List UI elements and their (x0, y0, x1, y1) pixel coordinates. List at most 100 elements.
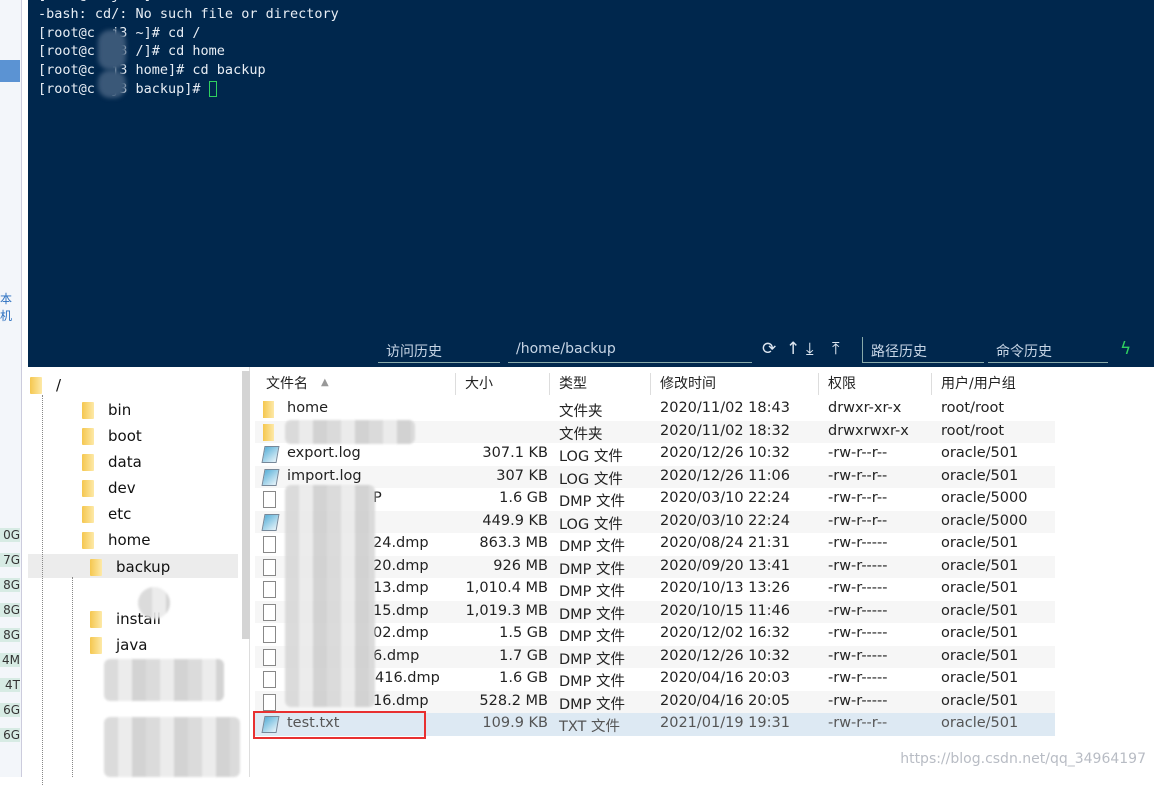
file-name: 6.dmp (373, 647, 420, 664)
disk-value: 0G (0, 528, 20, 542)
command-history-field[interactable]: 命令历史 (988, 337, 1108, 363)
column-header[interactable]: 权限 (828, 373, 856, 393)
file-owner: oracle/5000 (941, 512, 1028, 529)
file-icon (263, 558, 276, 576)
file-type: DMP 文件 (559, 629, 626, 645)
folder-icon (82, 506, 94, 523)
tree-item-etc[interactable]: etc (82, 502, 131, 526)
log-icon (261, 468, 280, 486)
tree-item-backup[interactable]: backup (90, 555, 170, 579)
upload-icon[interactable]: ⤒ (832, 339, 840, 359)
file-permissions: -rw-r--r-- (828, 490, 888, 506)
file-size: 1.6 GB (499, 670, 548, 686)
file-row[interactable]: 02.dmp 1.5 GB DMP 文件 2020/12/02 16:32 -rw-r-… (255, 623, 1055, 646)
file-size: 1,010.4 MB (465, 580, 548, 596)
folder-icon (82, 428, 94, 445)
file-permissions: -rw-r--r-- (828, 512, 888, 529)
file-row[interactable]: 13.dmp 1,010.4 MB DMP 文件 2020/10/13 13:26 -r… (255, 578, 1055, 601)
lightning-icon[interactable]: ϟ (1120, 339, 1131, 359)
file-type: DMP 文件 (559, 606, 626, 623)
terminal[interactable]: [root@c j3 ~]# cd -bash: cd/: No such fi… (28, 0, 1154, 367)
file-permissions: -rw-r----- (828, 580, 888, 596)
file-date: 2020/08/24 21:31 (660, 535, 790, 551)
column-header[interactable]: 用户/用户组 (941, 373, 1016, 393)
sort-asc-icon[interactable]: ▲ (321, 377, 329, 388)
file-permissions: -rw-r----- (828, 692, 888, 709)
file-owner: oracle/501 (941, 445, 1019, 461)
tree-scrollbar[interactable] (242, 371, 250, 639)
file-size: 1.7 GB (499, 647, 548, 664)
tree-item-boot[interactable]: boot (82, 424, 142, 448)
file-type: DMP 文件 (559, 651, 626, 668)
file-type: DMP 文件 (559, 674, 626, 690)
file-date: 2020/10/13 13:26 (660, 580, 790, 596)
file-owner: root/root (941, 400, 1005, 416)
file-icon (263, 536, 276, 553)
folder-icon (82, 402, 94, 419)
tree-item-java[interactable]: java (90, 633, 147, 657)
file-icon (263, 626, 276, 643)
file-date: 2020/10/15 11:46 (660, 602, 790, 619)
file-row[interactable]: 6.dmp 1.7 GB DMP 文件 2020/12/26 10:32 -rw-r--… (255, 645, 1055, 668)
disk-value: 8G (0, 578, 20, 592)
log-icon (261, 446, 280, 463)
file-size: 109.9 KB (482, 715, 548, 731)
file-row[interactable]: export.log 307.1 KB LOG 文件 2020/12/26 10:32… (255, 443, 1055, 466)
file-row[interactable]: 449.9 KB LOG 文件 2020/03/10 22:24 -rw-r--r--… (255, 510, 1055, 533)
folder-icon (263, 401, 274, 418)
column-header[interactable]: 文件名 (266, 373, 308, 393)
file-date: 2020/12/26 11:06 (660, 467, 790, 484)
file-type: TXT 文件 (559, 719, 621, 735)
file-name: 15.dmp (373, 602, 429, 619)
terminal-line: -bash: cd/: No such file or directory (38, 5, 339, 22)
file-type: DMP 文件 (559, 584, 626, 600)
tree-item-dev[interactable]: dev (82, 476, 136, 500)
column-header[interactable]: 修改时间 (660, 373, 716, 393)
file-type: DMP 文件 (559, 696, 626, 713)
file-type: 文件夹 (559, 404, 603, 420)
selected-tab[interactable] (0, 60, 20, 82)
path-history-field[interactable]: 路径历史 (862, 337, 984, 363)
file-icon (263, 693, 276, 711)
file-row[interactable]: import.log 307 KB LOG 文件 2020/12/26 11:06 -r… (255, 465, 1055, 488)
file-icon (263, 603, 276, 621)
file-date: 2021/01/19 19:31 (660, 715, 790, 731)
file-permissions: -rw-r--r-- (828, 715, 888, 731)
tree-item-data[interactable]: data (82, 450, 142, 474)
file-type: DMP 文件 (559, 561, 626, 578)
tree-item-bin[interactable]: bin (82, 398, 131, 422)
file-row[interactable]: home 文件夹 2020/11/02 18:43 drwxr-xr-x root/ro… (255, 398, 1055, 421)
file-size: 1.6 GB (499, 490, 548, 506)
toolbar: 访问历史 /home/backup ⟳ ↑ ⤓ ⤒ 路径历史 命令历史 ϟ (378, 337, 1154, 365)
local-label: 本机 (0, 292, 13, 323)
file-permissions: -rw-r--r-- (828, 445, 888, 461)
path-field[interactable]: /home/backup (508, 337, 752, 363)
file-row[interactable]: P 1.6 GB DMP 文件 2020/03/10 22:24 -rw-r--r-- o… (255, 488, 1055, 511)
file-row[interactable]: 24.dmp 863.3 MB DMP 文件 2020/08/24 21:31 -rw-… (255, 533, 1055, 556)
file-date: 2020/04/16 20:05 (660, 692, 790, 709)
file-date: 2020/11/02 18:43 (660, 400, 790, 416)
download-icon[interactable]: ⤓ (806, 339, 814, 359)
tree-item-home[interactable]: home (82, 528, 151, 552)
file-type: LOG 文件 (559, 516, 623, 533)
file-row[interactable]: 16.dmp 528.2 MB DMP 文件 2020/04/16 20:05 -rw-… (255, 690, 1055, 713)
file-owner: oracle/501 (941, 670, 1019, 686)
column-header[interactable]: 大小 (465, 373, 493, 393)
visit-history-field[interactable]: 访问历史 (378, 337, 500, 363)
file-date: 2020/03/10 22:24 (660, 512, 790, 529)
up-icon[interactable]: ↑ (786, 339, 800, 359)
file-name: 416.dmp (375, 670, 440, 686)
column-header[interactable]: 类型 (559, 373, 587, 393)
file-date: 2020/12/26 10:32 (660, 647, 790, 664)
file-date: 2020/12/26 10:32 (660, 445, 790, 461)
tree-root[interactable]: / (30, 373, 61, 397)
file-row[interactable]: 15.dmp 1,019.3 MB DMP 文件 2020/10/15 11:46 -r… (255, 600, 1055, 623)
file-row[interactable]: 20.dmp 926 MB DMP 文件 2020/09/20 13:41 -rw-r-… (255, 555, 1055, 578)
disk-value: 7G (0, 553, 20, 567)
file-owner: oracle/501 (941, 580, 1019, 596)
file-owner: oracle/501 (941, 715, 1019, 731)
disk-value: 6G (0, 703, 20, 717)
refresh-icon[interactable]: ⟳ (762, 339, 776, 359)
file-row[interactable]: 416.dmp 1.6 GB DMP 文件 2020/04/16 20:03 -rw-r… (255, 668, 1055, 691)
log-icon (261, 513, 280, 531)
